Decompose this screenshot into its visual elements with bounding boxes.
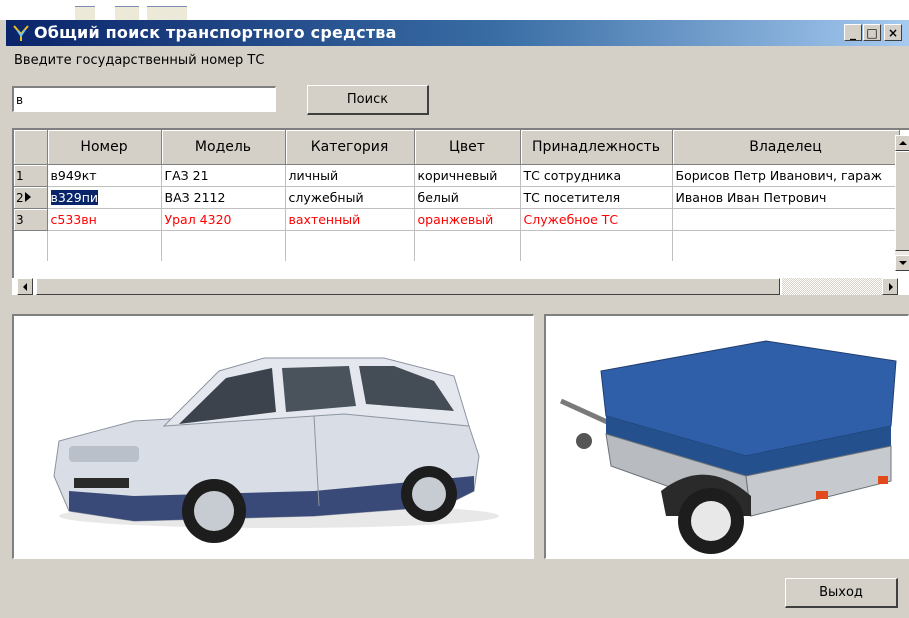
row-indicator: 1: [14, 164, 48, 187]
app-icon: [13, 25, 29, 41]
window-title: Общий поиск транспортного средства: [34, 23, 397, 42]
empty-cell: [14, 230, 48, 261]
table-cell[interactable]: ВАЗ 2112: [161, 186, 286, 209]
table-row[interactable]: 1 в949кт ГАЗ 21 личный коричневый ТС сот…: [14, 164, 900, 187]
table-cell[interactable]: ТС посетителя: [520, 186, 673, 209]
exit-button[interactable]: Выход: [785, 578, 898, 608]
plate-number-input[interactable]: [12, 86, 276, 112]
scroll-right-button[interactable]: [882, 278, 898, 295]
scroll-up-button[interactable]: [895, 135, 909, 151]
table-row[interactable]: 2 в329пи ВАЗ 2112 служебный белый ТС пос…: [14, 186, 900, 209]
table-cell[interactable]: Урал 4320: [161, 208, 286, 231]
column-header[interactable]: Принадлежность: [520, 130, 673, 165]
column-header[interactable]: Номер: [47, 130, 162, 165]
car-photo: [53, 357, 499, 543]
empty-cell: [47, 230, 162, 261]
row-indicator: 2: [14, 186, 48, 209]
vehicle-grid: Номер Модель Категория Цвет Принадлежнос…: [14, 130, 900, 261]
arrow-up-icon: [899, 141, 907, 145]
table-cell[interactable]: ГАЗ 21: [161, 164, 286, 187]
horizontal-scrollbar[interactable]: [12, 278, 909, 295]
table-cell[interactable]: коричневый: [414, 164, 521, 187]
column-header[interactable]: Владелец: [672, 130, 900, 165]
title-bar[interactable]: Общий поиск транспортного средства _ □ ×: [6, 20, 909, 46]
background-fragment: [75, 6, 95, 21]
column-header[interactable]: Категория: [285, 130, 415, 165]
table-cell[interactable]: Иванов Иван Петрович: [672, 186, 900, 209]
table-cell[interactable]: в949кт: [47, 164, 162, 187]
arrow-right-icon: [889, 283, 893, 291]
scroll-track[interactable]: [782, 278, 882, 295]
background-fragment: [115, 6, 139, 21]
table-cell[interactable]: Служебное ТС: [520, 208, 673, 231]
car-photo-panel: [12, 314, 534, 559]
table-cell[interactable]: [672, 208, 900, 231]
table-cell[interactable]: оранжевый: [414, 208, 521, 231]
arrow-down-icon: [899, 261, 907, 265]
arrow-left-icon: [23, 283, 27, 291]
header-row: Номер Модель Категория Цвет Принадлежнос…: [14, 130, 900, 165]
horizontal-scroll-thumb[interactable]: [36, 278, 780, 295]
empty-cell: [520, 230, 673, 261]
vertical-scrollbar[interactable]: [895, 135, 909, 271]
empty-cell: [672, 230, 900, 261]
background-fragment: [147, 6, 187, 21]
vehicle-table: Номер Модель Категория Цвет Принадлежнос…: [12, 128, 909, 278]
table-cell[interactable]: с533вн: [47, 208, 162, 231]
column-header[interactable]: Цвет: [414, 130, 521, 165]
search-prompt: Введите государственный номер ТС: [14, 53, 265, 68]
trailer-photo: [559, 340, 897, 554]
scroll-down-button[interactable]: [895, 255, 909, 271]
row-index: 2: [16, 190, 24, 205]
selected-cell-text: в329пи: [49, 189, 100, 206]
corner-cell: [14, 130, 48, 165]
empty-cell: [414, 230, 521, 261]
current-row-arrow-icon: [25, 192, 31, 202]
empty-row: [14, 230, 900, 261]
trailer-photo-panel: [544, 314, 909, 559]
maximize-button[interactable]: □: [863, 24, 881, 41]
vertical-scroll-thumb[interactable]: [895, 151, 909, 251]
table-cell[interactable]: белый: [414, 186, 521, 209]
column-header[interactable]: Модель: [161, 130, 286, 165]
table-cell[interactable]: ТС сотрудника: [520, 164, 673, 187]
table-row[interactable]: 3 с533вн Урал 4320 вахтенный оранжевый С…: [14, 208, 900, 231]
minimize-button[interactable]: _: [844, 24, 862, 41]
search-button[interactable]: Поиск: [307, 85, 429, 115]
table-cell[interactable]: личный: [285, 164, 415, 187]
close-button[interactable]: ×: [884, 24, 902, 41]
scroll-left-button[interactable]: [17, 278, 33, 295]
empty-cell: [285, 230, 415, 261]
table-cell[interactable]: вахтенный: [285, 208, 415, 231]
row-indicator: 3: [14, 208, 48, 231]
table-cell[interactable]: Борисов Петр Иванович, гараж: [672, 164, 900, 187]
table-cell[interactable]: служебный: [285, 186, 415, 209]
empty-cell: [161, 230, 286, 261]
table-cell[interactable]: в329пи: [47, 186, 162, 209]
background-strip: [0, 0, 909, 21]
